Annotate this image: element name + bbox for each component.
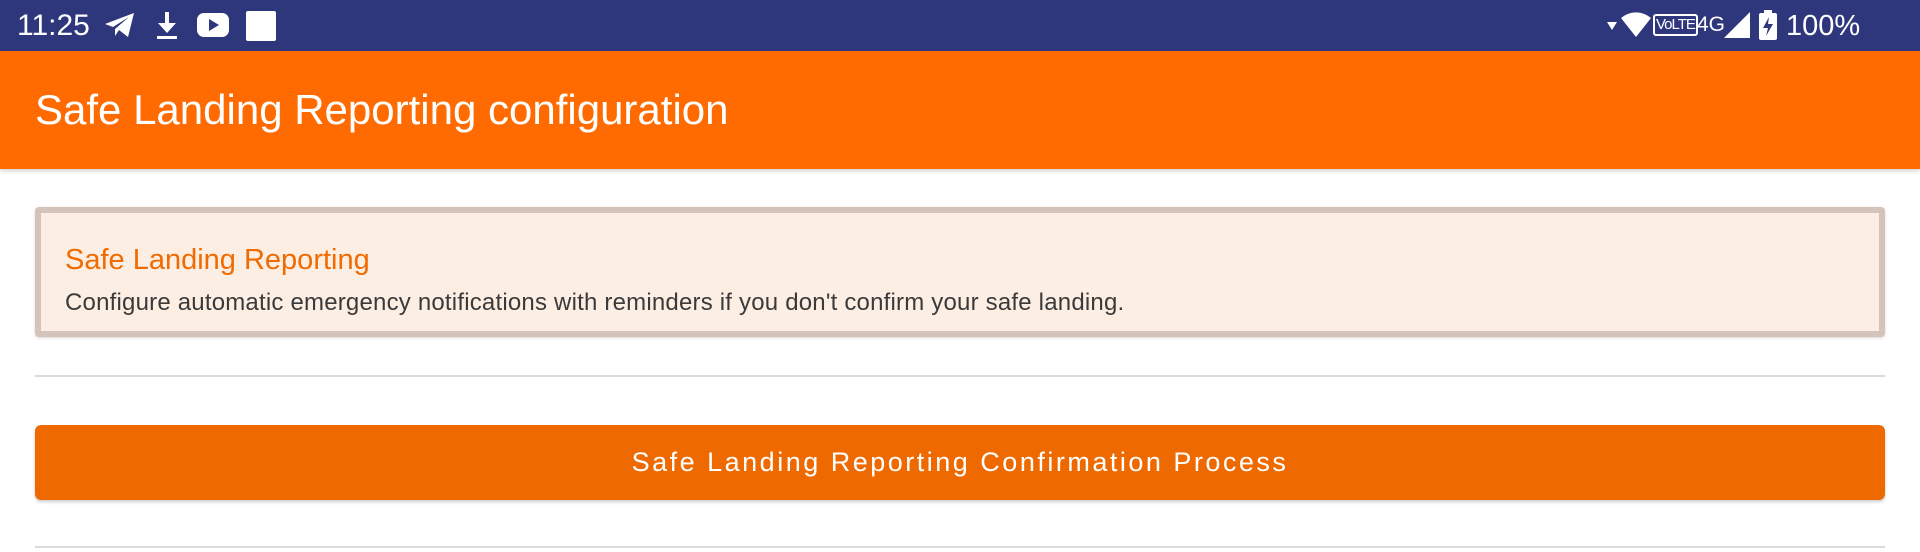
info-card: Safe Landing Reporting Configure automat…: [35, 207, 1885, 337]
wifi-icon: [1621, 12, 1651, 37]
cell-signal-icon: [1724, 12, 1750, 38]
notification-square-icon: [246, 11, 276, 41]
battery-charging-icon: [1759, 10, 1777, 40]
card-description: Configure automatic emergency notificati…: [65, 289, 1125, 316]
telegram-icon: [105, 13, 134, 37]
volte-icon: VoLTE: [1653, 14, 1698, 36]
youtube-icon: [197, 13, 229, 37]
divider: [35, 375, 1885, 377]
app-bar: Safe Landing Reporting configuration: [0, 51, 1920, 169]
page-title: Safe Landing Reporting configuration: [35, 86, 729, 133]
card-title: Safe Landing Reporting: [65, 244, 370, 276]
network-4g-icon: 4G: [1697, 13, 1726, 36]
download-icon: [157, 12, 177, 39]
status-bar: 11:25 VoLTE 4G 100%: [0, 0, 1920, 51]
battery-percent: 100%: [1786, 10, 1861, 42]
status-time: 11:25: [17, 9, 90, 42]
divider: [35, 546, 1885, 548]
confirmation-process-button[interactable]: Safe Landing Reporting Confirmation Proc…: [35, 425, 1885, 500]
signal-indicator-icon: [1607, 22, 1617, 30]
